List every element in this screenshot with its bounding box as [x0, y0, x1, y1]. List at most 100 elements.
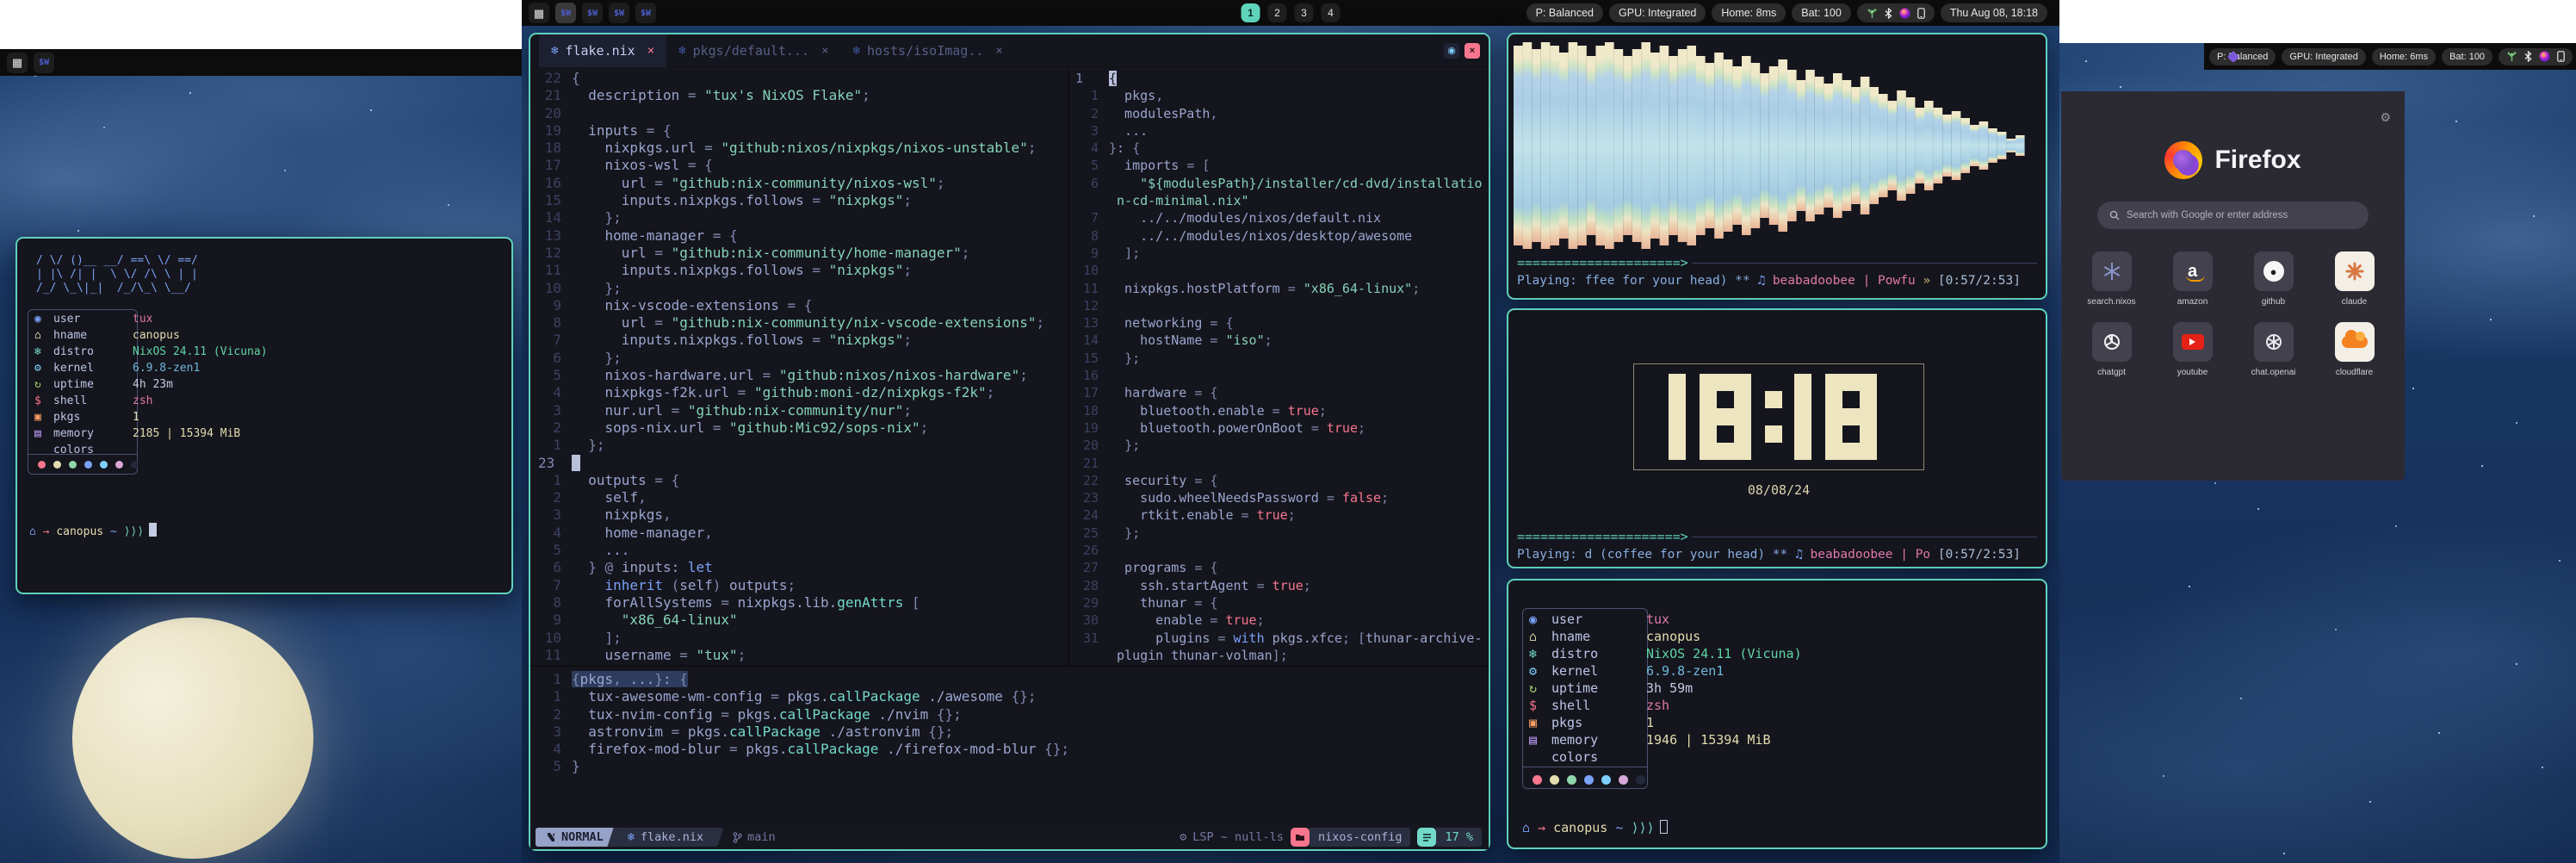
terminal-color-dots: [38, 461, 139, 469]
bluetooth-icon[interactable]: [1885, 8, 1892, 19]
cursor: [1660, 820, 1668, 834]
close-window-button[interactable]: ×: [1464, 43, 1480, 59]
tty-clock-window[interactable]: 08/08/24 =====================> Playing:…: [1507, 308, 2047, 568]
app-icon[interactable]: $W: [34, 53, 54, 73]
shortcut-search.nixos[interactable]: search.nixos: [2075, 251, 2149, 307]
firefox-newtab-page: ⚙ Firefox Search with Google or enter ad…: [2061, 91, 2405, 481]
claude-icon: [2335, 251, 2375, 291]
shortcut-github[interactable]: ●github: [2237, 251, 2311, 307]
workspace-1[interactable]: 1: [1242, 3, 1260, 22]
pick-button[interactable]: ◉: [1444, 43, 1459, 59]
fetch-row: $shellzsh: [1529, 698, 1802, 715]
github-icon: ●: [2254, 251, 2294, 291]
shortcut-chat.openai[interactable]: chat.openai: [2237, 322, 2311, 377]
app-icon[interactable]: $W: [609, 3, 629, 23]
code-line: 15 };: [1071, 350, 1488, 367]
shortcut-cloudflare[interactable]: cloudflare: [2318, 322, 2392, 377]
editor-tab[interactable]: ❄hosts/isoImag..×: [841, 34, 1015, 67]
bar-module: P: Balanced: [2209, 48, 2276, 65]
editor-tab[interactable]: ❄flake.nix×: [539, 34, 666, 67]
workspace-4[interactable]: 4: [1322, 3, 1341, 22]
workspace-3[interactable]: 3: [1295, 3, 1314, 22]
personalize-gear-icon[interactable]: ⚙: [2380, 110, 2391, 125]
monitor-center: ▦$W$W$W$W 1234 P: BalancedGPU: Integrate…: [522, 0, 2059, 863]
user-icon: ◉: [34, 313, 53, 329]
code-line: 11 username = "tux";: [534, 647, 1066, 664]
terminal-color-dots: [1533, 775, 1645, 785]
code-line: 28 ssh.startAgent = true;: [1071, 577, 1488, 594]
network-icon[interactable]: [1867, 8, 1878, 19]
code-line: 10 ];: [534, 630, 1066, 647]
clock-digit: [1700, 374, 1751, 460]
fetch-row: ⌂hnamecanopus: [1529, 629, 1802, 646]
fastfetch-terminal-left[interactable]: / \/ ()__ __/ ==\ \/ ==/ | |\ /| | \ \/ …: [15, 237, 513, 594]
phone-icon[interactable]: [2557, 51, 2565, 62]
cava-visualizer-window[interactable]: =====================> Playing: ffee for…: [1507, 33, 2047, 300]
code-line: 21: [1071, 455, 1488, 472]
code-line: 5 nixos-hardware.url = "github:nixos/nix…: [534, 367, 1066, 384]
editor-tab[interactable]: ❄pkgs/default...×: [666, 34, 840, 67]
color-dot: [131, 461, 139, 469]
code-line: 19 inputs = {: [534, 122, 1066, 140]
horizontal-split[interactable]: [530, 665, 1489, 667]
code-line: 8 url = "github:nix-community/nix-vscode…: [534, 314, 1066, 332]
launcher-grid-icon[interactable]: ▦: [529, 3, 549, 23]
fetch-row: ↻uptime4h 23m: [34, 378, 268, 394]
fetch-row: ▤memory2185 | 15394 MiB: [34, 427, 268, 444]
code-line: 11 nixpkgs.hostPlatform = "x86_64-linux"…: [1071, 280, 1488, 297]
shell-prompt[interactable]: ⌂ → canopus ~ ⟩⟩⟩: [1522, 820, 1668, 835]
shortcut-chatgpt[interactable]: chatgpt: [2075, 322, 2149, 377]
amazon-icon: a: [2173, 251, 2213, 291]
color-dot: [84, 461, 92, 469]
launcher-grid-icon[interactable]: ▦: [7, 53, 28, 73]
phone-icon[interactable]: [1917, 8, 1925, 19]
code-line: 20 };: [1071, 437, 1488, 454]
neovim-icon: [546, 832, 556, 842]
app-icon[interactable]: $W: [635, 3, 656, 23]
system-tray: [2499, 48, 2573, 65]
code-line: 18 nixpkgs.url = "github:nixos/nixpkgs/n…: [534, 140, 1066, 157]
newtab-search-input[interactable]: Search with Google or enter address: [2097, 202, 2369, 229]
color-dot: [1584, 775, 1594, 785]
shortcut-amazon[interactable]: aamazon: [2156, 251, 2230, 307]
uptime-icon: ↻: [1529, 680, 1551, 698]
app-icon[interactable]: $W: [555, 3, 576, 23]
color-dot: [1601, 775, 1611, 785]
cursor: [149, 523, 157, 537]
fetch-row: ⚙kernel6.9.8-zen1: [34, 362, 268, 378]
shortcut-claude[interactable]: claude: [2318, 251, 2392, 307]
close-icon[interactable]: ×: [995, 44, 1002, 58]
code-line: 16: [1071, 367, 1488, 384]
openai-icon: [2254, 322, 2294, 362]
volume-icon[interactable]: [2539, 51, 2550, 62]
left-monitor-bar: ▦ $W: [0, 49, 522, 76]
bluetooth-icon[interactable]: [2524, 51, 2532, 62]
shortcuts-grid: search.nixosaamazon●githubclaude chatgpty…: [2061, 251, 2405, 377]
code-line: 29 thunar = {: [1071, 594, 1488, 612]
editor-pane-iso-config[interactable]: 1{1 pkgs,2 modulesPath,3 ...4}: {5 impor…: [1071, 70, 1488, 665]
hname-icon: ⌂: [1529, 629, 1551, 646]
shell-prompt[interactable]: ⌂ → canopus ~ ⟩⟩⟩: [29, 523, 157, 538]
code-line: 1 pkgs,: [1071, 87, 1488, 104]
workspace-2[interactable]: 2: [1268, 3, 1287, 22]
vertical-split[interactable]: [1068, 70, 1069, 665]
code-line: 1{: [1071, 70, 1488, 87]
editor-pane-flake-nix[interactable]: 22{21 description = "tux's NixOS Flake";…: [534, 70, 1066, 665]
code-line: 9 "x86_64-linux": [534, 612, 1066, 629]
scroll-percent: 17 %: [1436, 828, 1482, 847]
close-icon[interactable]: ×: [647, 44, 654, 58]
volume-icon[interactable]: [1899, 8, 1910, 19]
shortcut-youtube[interactable]: youtube: [2156, 322, 2230, 377]
fastfetch-terminal-right[interactable]: ◉usertux⌂hnamecanopus❄distroNixOS 24.11 …: [1507, 579, 2047, 849]
close-icon[interactable]: ×: [821, 44, 828, 58]
neovim-editor-window[interactable]: ❄flake.nix×❄pkgs/default...×❄hosts/isoIm…: [529, 33, 1490, 851]
firefox-window[interactable]: Search with Google or enter address P – …: [2059, 43, 2406, 482]
editor-pane-default-nix[interactable]: 1{pkgs, ...}: {1 tux-awesome-wm-config =…: [534, 671, 1486, 778]
nix-icon: ❄: [678, 44, 685, 58]
code-line: 3 astronvim = pkgs.callPackage ./astronv…: [534, 723, 1486, 741]
code-line: 6 "${modulesPath}/installer/cd-dvd/insta…: [1071, 175, 1488, 192]
network-icon[interactable]: [2506, 51, 2517, 62]
fetch-row: ▣pkgs1: [34, 411, 268, 427]
app-icon[interactable]: $W: [582, 3, 603, 23]
code-line: 3 nur.url = "github:nix-community/nur";: [534, 402, 1066, 419]
